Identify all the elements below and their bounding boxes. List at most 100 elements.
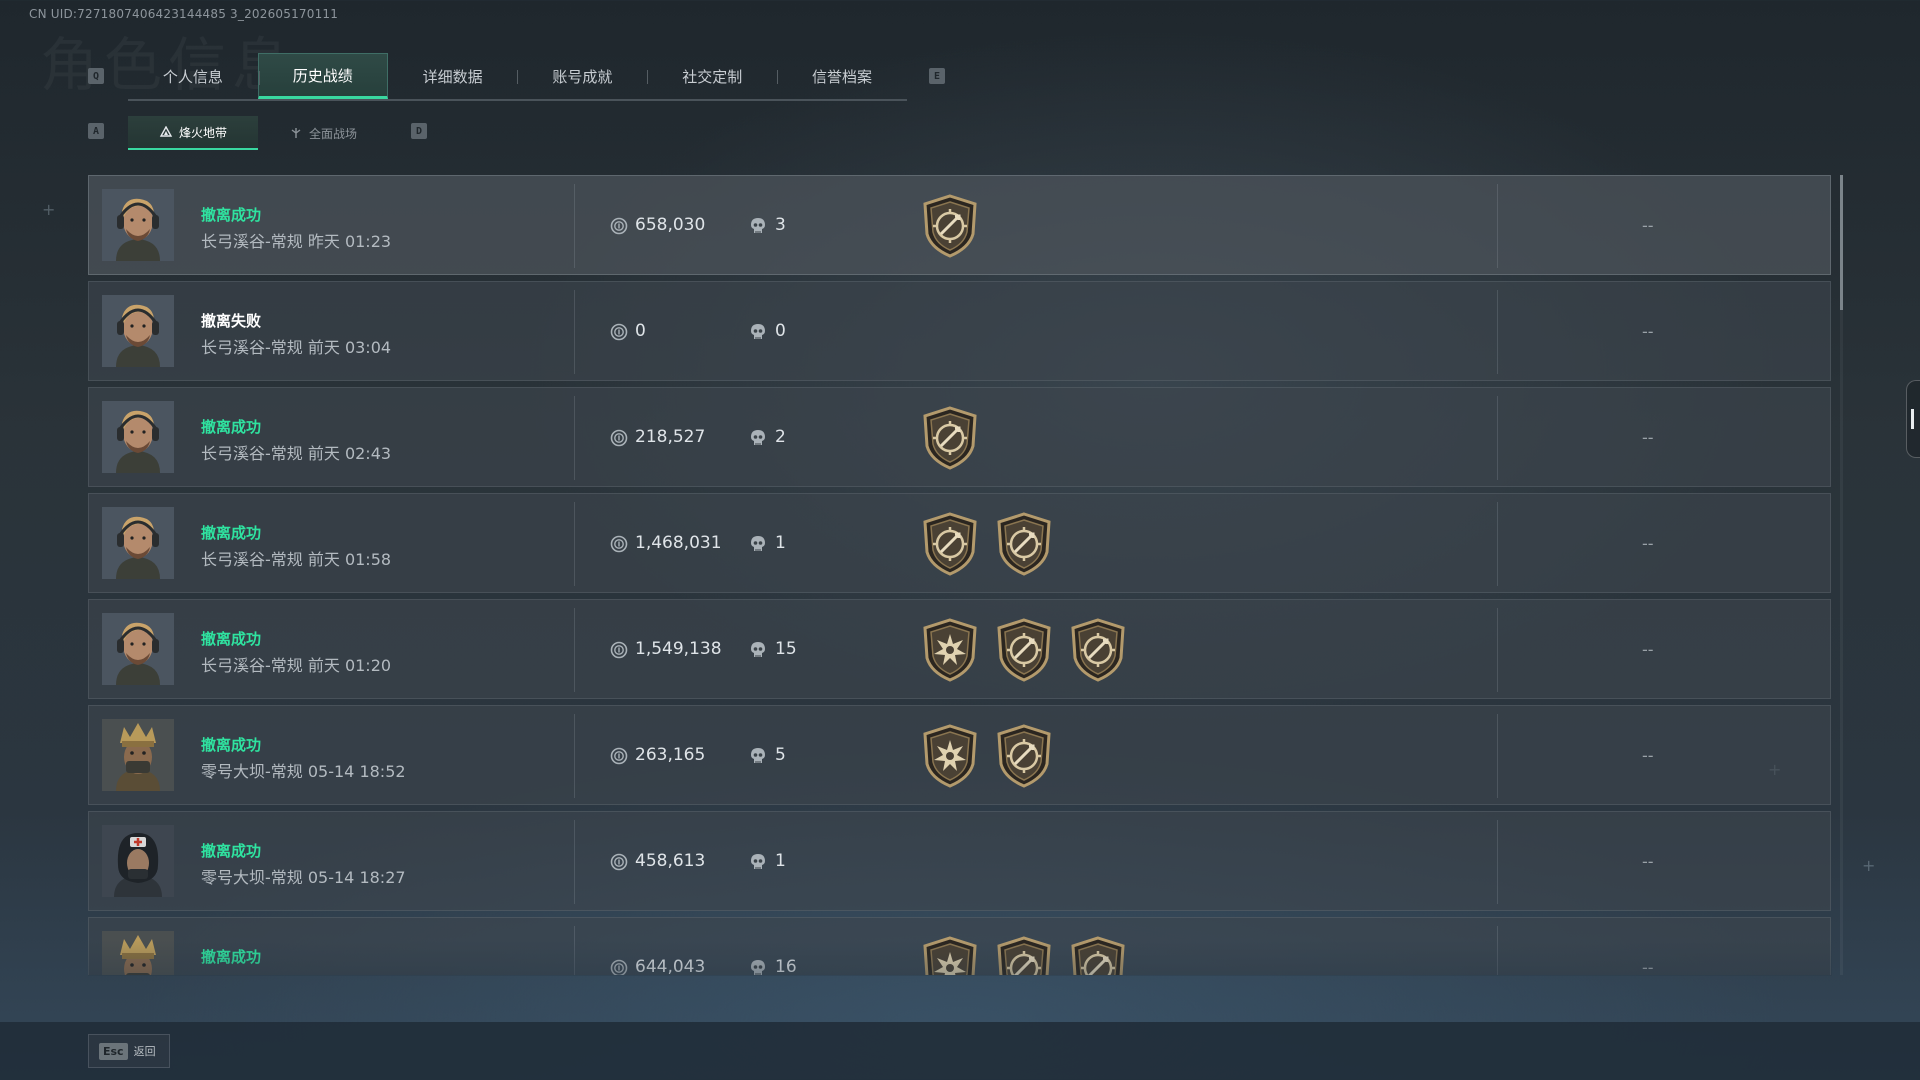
skull-icon [751,960,765,975]
tab-achievements[interactable]: 账号成就 [517,53,647,99]
extracted-value: 0 [635,321,646,341]
crosshair-shield-badge-icon[interactable] [921,406,979,474]
map-and-time: 长弓溪谷-常规 前天 01:58 [201,550,392,569]
extraction-result: 撤离失败 [201,312,262,330]
match-record-row[interactable]: 撤离成功 零号大坝-常规 05-14 18:52 263,165 5 -- [88,705,1831,805]
column-divider [574,714,575,798]
map-and-time: 长弓溪谷-常规 前天 01:20 [201,656,392,675]
coin-icon [610,535,628,553]
sub-tabs: 烽火地带 全面战场 [128,116,388,150]
column-divider [574,502,575,586]
tab-credit-record[interactable]: 信誉档案 [777,53,907,99]
skull-icon [751,854,765,869]
kill-count: 1 [775,851,786,871]
operator-avatar [102,189,174,261]
medal-badges [921,724,1053,792]
kill-count: 1 [775,533,786,553]
extra-info: -- [1642,852,1654,871]
match-record-row[interactable]: " 撤离成功零号大坝-常规 05-14 18:27 458,613 1 -- [88,811,1831,911]
burst-shield-badge-icon[interactable] [921,618,979,686]
map-and-time: 长弓溪谷-常规 昨天 01:23 [201,232,392,251]
burst-shield-badge-icon[interactable] [921,936,979,975]
next-subtab-key[interactable]: D [411,123,427,139]
side-panel-handle[interactable] [1906,380,1920,458]
extra-info: -- [1642,428,1654,447]
medal-badges [921,512,1053,580]
match-history-list: 撤离成功 长弓溪谷-常规 昨天 01:23 658,030 3 -- 撤离失败 长弓溪谷-常… [88,175,1832,975]
decor-cross: + [1862,856,1876,875]
bottom-bar [0,1022,1920,1080]
burst-shield-badge-icon[interactable] [921,724,979,792]
column-divider [1497,714,1498,798]
crosshair-shield-badge-icon[interactable] [995,724,1053,792]
extracted-value: 218,527 [635,427,706,447]
extraction-result: 撤离成功 [201,418,262,436]
extra-info: -- [1642,216,1654,235]
operator-avatar [102,613,174,685]
decor-cross: + [42,200,56,219]
column-divider [1497,608,1498,692]
skull-icon [751,218,765,233]
match-record-row[interactable]: 撤离失败长弓溪谷-常规 前天 03:04 0 0 -- [88,281,1831,381]
crosshair-shield-badge-icon[interactable] [921,512,979,580]
column-divider [574,184,575,268]
tab-social-custom[interactable]: 社交定制 [647,53,777,99]
extra-info: -- [1642,958,1654,975]
full-battlefield-icon [291,128,301,138]
skull-icon [751,324,765,339]
extraction-result: 撤离成功 [201,842,262,860]
column-divider [574,396,575,480]
tab-detailed-data[interactable]: 详细数据 [388,53,518,99]
scrollbar-thumb[interactable] [1840,175,1843,310]
prev-subtab-key[interactable]: A [88,123,104,139]
crosshair-shield-badge-icon[interactable] [995,618,1053,686]
crosshair-shield-badge-icon[interactable] [1069,618,1127,686]
extracted-value: 1,468,031 [635,533,722,553]
crosshair-shield-badge-icon[interactable] [1069,936,1127,975]
extracted-value: 263,165 [635,745,706,765]
crosshair-shield-badge-icon[interactable] [995,936,1053,975]
subtab-label: 全面战场 [308,126,357,141]
medal-badges [921,406,979,474]
match-record-row[interactable]: 撤离成功 长弓溪谷-常规 前天 01:58 1,468,031 1 -- [88,493,1831,593]
extraction-result: 撤离成功 [201,206,262,224]
column-divider [574,926,575,975]
tab-personal-info[interactable]: 个人信息 [128,53,258,99]
extraction-result: 撤离成功 [201,630,262,648]
operator-avatar [102,401,174,473]
coin-icon [610,323,628,341]
extracted-value: 658,030 [635,215,706,235]
medal-badges [921,194,979,262]
match-record-row[interactable]: 撤离成功长弓溪谷-常规 05-13 23:48 644,043 16 -- [88,917,1831,975]
crosshair-shield-badge-icon[interactable] [995,512,1053,580]
back-button[interactable]: Esc 返回 [88,1034,170,1068]
map-and-time: 长弓溪谷-常规 前天 02:43 [201,444,392,463]
subtab-full-battlefield[interactable]: 全面战场 [258,116,388,150]
map-and-time: 零号大坝-常规 05-14 18:27 [201,868,406,887]
medal-badges [921,618,1127,686]
column-divider [574,290,575,374]
match-record-row[interactable]: 撤离成功 长弓溪谷-常规 前天 02:43 218,527 2 -- [88,387,1831,487]
tab-match-history[interactable]: 历史战绩 [257,53,388,99]
crosshair-shield-badge-icon[interactable] [921,194,979,262]
kill-count: 15 [775,639,797,659]
extracted-value: 458,613 [635,851,706,871]
extraction-result: 撤离成功 [201,948,262,966]
column-divider [1497,290,1498,374]
extracted-value: 1,549,138 [635,639,722,659]
map-and-time: 长弓溪谷-常规 前天 03:04 [201,338,392,357]
kill-count: 0 [775,321,786,341]
operator-avatar: " [102,825,174,897]
next-tab-key[interactable]: E [929,68,945,84]
main-tabs: 个人信息 历史战绩 详细数据 账号成就 社交定制 信誉档案 [128,53,907,101]
kill-count: 5 [775,745,786,765]
prev-tab-key[interactable]: Q [88,68,104,84]
extra-info: -- [1642,322,1654,341]
extra-info: -- [1642,640,1654,659]
coin-icon [610,429,628,447]
subtab-fire-zone[interactable]: 烽火地带 [128,116,258,150]
skull-icon [751,536,765,551]
coin-icon [610,641,628,659]
match-record-row[interactable]: 撤离成功长弓溪谷-常规 前天 01:20 1,549,138 15 -- [88,599,1831,699]
match-record-row[interactable]: 撤离成功 长弓溪谷-常规 昨天 01:23 658,030 3 -- [88,175,1831,275]
